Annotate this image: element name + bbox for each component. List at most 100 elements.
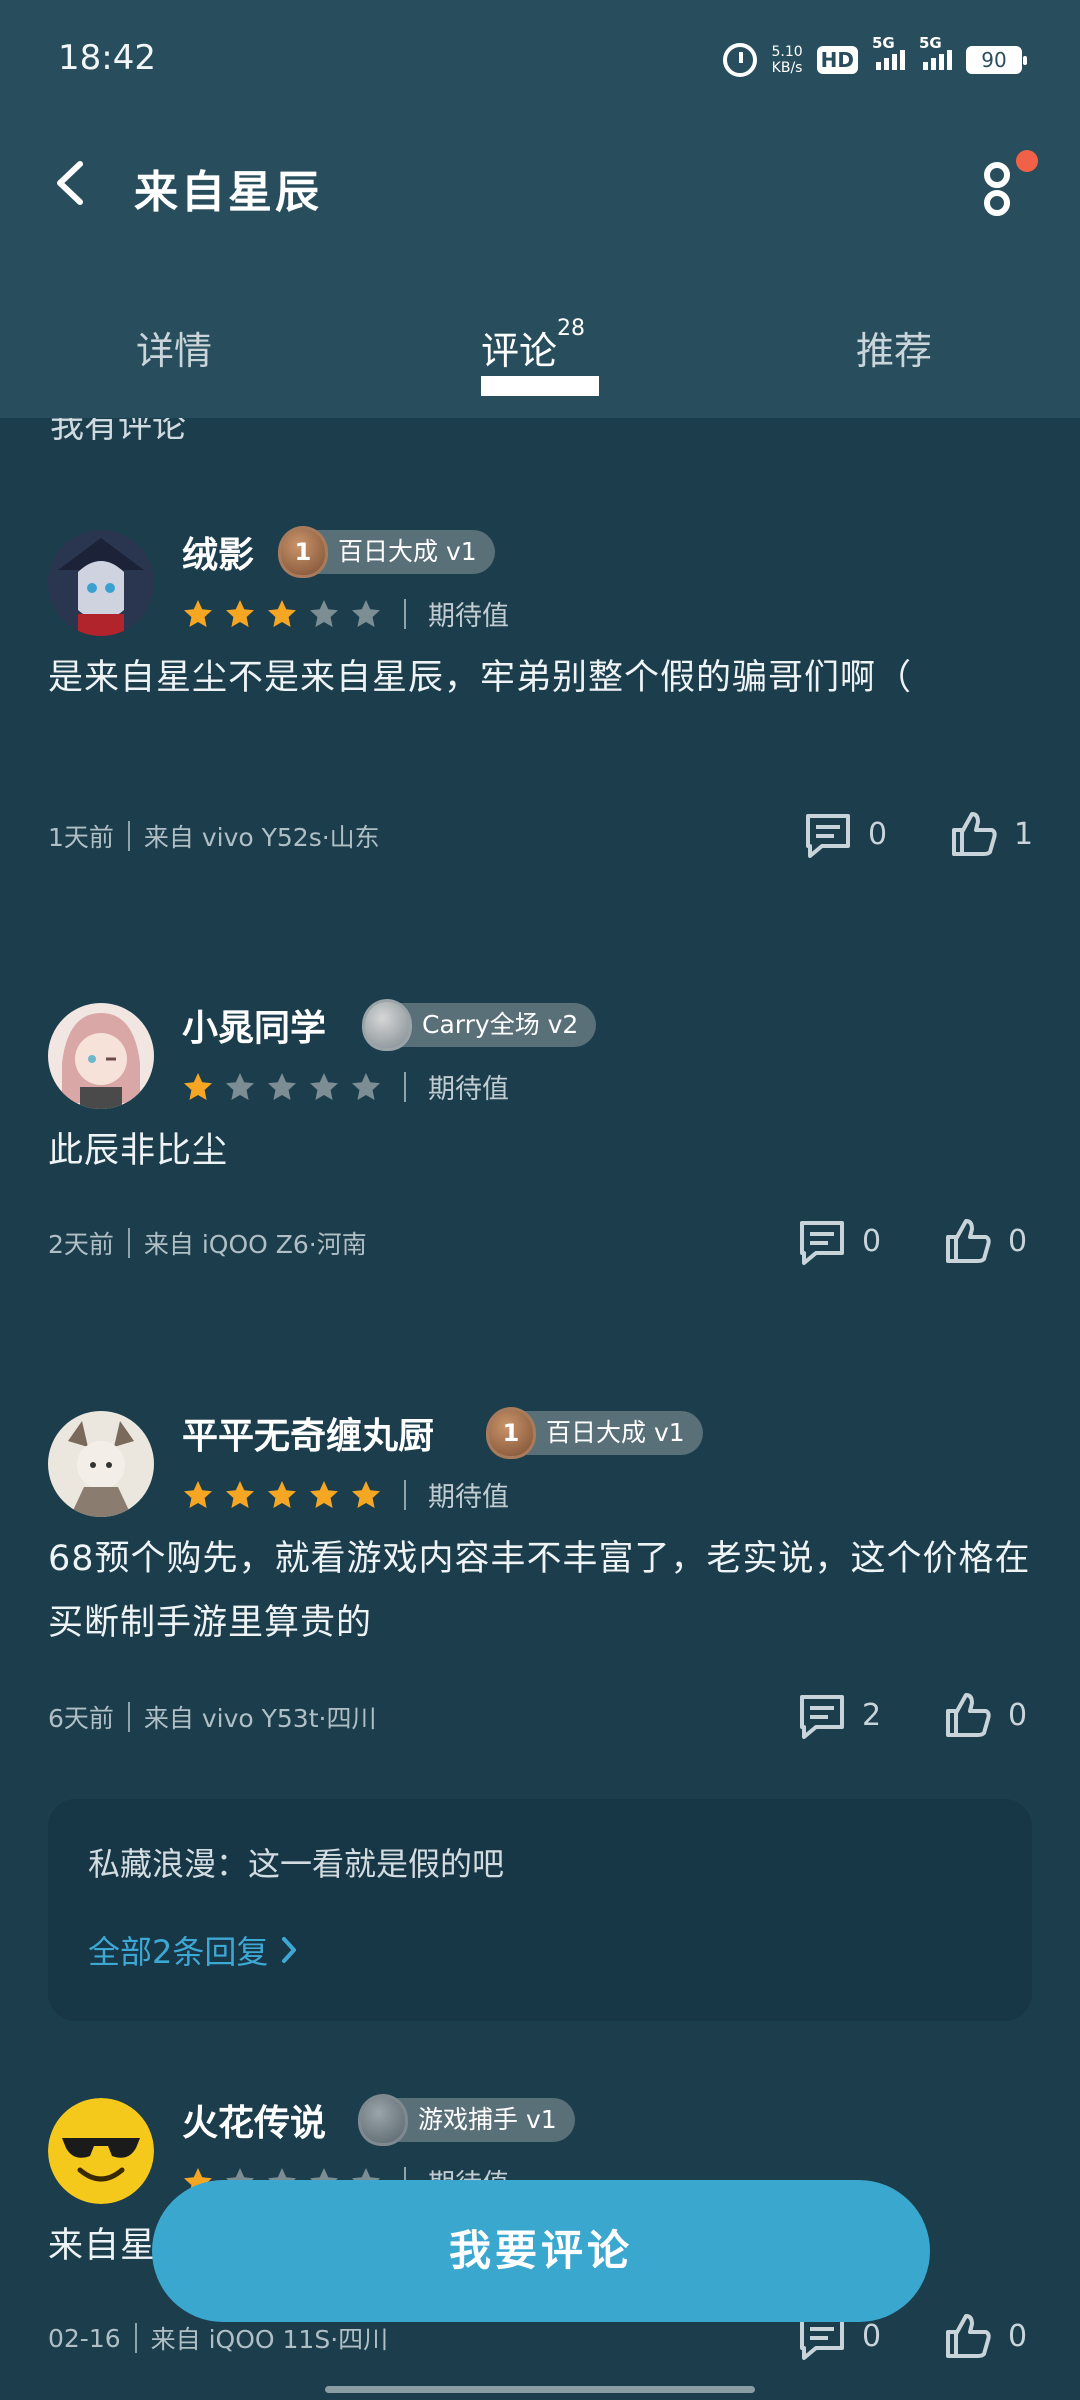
comment-meta: 02-16 来自 iQOO 11S·四川 [48, 2320, 388, 2356]
signal-bar [900, 50, 905, 70]
comment-list[interactable]: 我有评论 绒影 1 百日大成 v1 期待值 是来自星尘不是来自星辰，牢弟别整个假… [0, 418, 1080, 2400]
alarm-icon [723, 43, 758, 77]
reply-button[interactable]: 2 [796, 1689, 881, 1741]
reply-count: 0 [868, 816, 888, 852]
expect-label: 期待值 [428, 1074, 509, 1105]
star-icon [310, 1480, 338, 1508]
avatar-image [48, 1003, 154, 1109]
like-button[interactable]: 1 [948, 808, 1033, 860]
like-count: 0 [1008, 2318, 1028, 2354]
status-bar: 18:42 5.10 KB/s HD 5G 5G 90 [0, 0, 1080, 120]
star-icon [352, 1480, 380, 1508]
comment-time: 02-16 [48, 2323, 121, 2353]
signal-bar [884, 58, 889, 70]
reply-button[interactable]: 0 [802, 808, 887, 860]
comment-text: 68预个购先，就看游戏内容丰不丰富了，老实说，这个价格在买断制手游里算贵的 [48, 1539, 1031, 1643]
hd-icon: HD [816, 46, 858, 74]
active-tab-indicator [481, 376, 599, 396]
avatar[interactable] [48, 1003, 154, 1109]
avatar[interactable] [48, 2098, 154, 2204]
knight-medal-icon [362, 999, 412, 1051]
thumbs-up-icon [946, 1219, 991, 1263]
status-icons: 5.10 KB/s HD 5G 5G 90 [723, 34, 1027, 82]
like-button[interactable]: 0 [942, 1215, 1027, 1267]
comment-device: 来自 iQOO Z6·河南 [143, 1230, 367, 1259]
username[interactable]: 火花传说 [182, 2094, 326, 2146]
separator [127, 1702, 130, 1732]
star-icon [226, 1480, 254, 1508]
comment-meta: 2天前 来自 iQOO Z6·河南 [48, 1225, 367, 1261]
separator [404, 1479, 406, 1510]
status-time: 18:42 [58, 38, 156, 78]
badge-label: Carry全场 v2 [422, 1010, 579, 1039]
star-icon [226, 1072, 254, 1100]
more-button[interactable] [972, 150, 1038, 220]
network-type-label: 5G [872, 34, 895, 52]
star-icon [310, 599, 338, 627]
comment-icon [800, 1221, 844, 1265]
more-icon [984, 190, 1010, 216]
comment-icon [800, 1695, 844, 1739]
reply-count: 0 [862, 1223, 882, 1259]
rating-stars: 期待值 [182, 1475, 509, 1514]
write-comment-button[interactable]: 我要评论 [152, 2180, 930, 2322]
thumbs-up-icon [952, 812, 997, 856]
signal-bar [923, 62, 928, 70]
user-badge: Carry全场 v2 [362, 999, 597, 1051]
back-button[interactable] [48, 158, 98, 208]
like-count: 0 [1008, 1697, 1028, 1733]
separator [127, 821, 130, 851]
thumbs-up-icon [946, 1693, 991, 1737]
badge-label: 百日大成 v1 [338, 537, 477, 566]
signal-bar [892, 54, 897, 70]
comment-device: 来自 vivo Y52s·山东 [143, 823, 380, 852]
username[interactable]: 平平无奇缠丸厨 [182, 1407, 434, 1459]
reply-button[interactable]: 0 [796, 1215, 881, 1267]
like-button[interactable]: 0 [942, 1689, 1027, 1741]
tab-comments-count: 28 [557, 316, 586, 341]
signal-bar [947, 50, 952, 70]
user-badge: 1 百日大成 v1 [486, 1407, 703, 1459]
home-indicator[interactable] [325, 2386, 755, 2393]
separator [404, 598, 406, 629]
comment-time: 6天前 [48, 1704, 114, 1733]
comment-icon [806, 814, 850, 858]
star-icon [184, 1072, 212, 1100]
star-icon [184, 599, 212, 627]
medal-icon: 1 [486, 1407, 536, 1459]
top-bar: 18:42 5.10 KB/s HD 5G 5G 90 来自星辰 详情 评论28… [0, 0, 1080, 418]
tab-comments-label: 评论 [481, 329, 558, 373]
avatar[interactable] [48, 530, 154, 636]
tab-recommend[interactable]: 推荐 [856, 320, 932, 375]
username[interactable]: 小晁同学 [182, 999, 326, 1051]
username[interactable]: 绒影 [182, 526, 254, 578]
badge-label: 百日大成 v1 [546, 1418, 685, 1447]
star-icon [352, 599, 380, 627]
star-icon [352, 1072, 380, 1100]
comment-meta: 6天前 来自 vivo Y53t·四川 [48, 1699, 376, 1735]
speed-unit: KB/s [771, 60, 803, 76]
chevron-right-icon [282, 1937, 297, 1963]
signal-icon: 5G [919, 34, 952, 70]
more-icon [984, 162, 1010, 188]
tab-comments[interactable]: 评论28 [481, 316, 585, 375]
like-count: 0 [1008, 1223, 1028, 1259]
medal-icon: 1 [278, 526, 328, 578]
star-icon [226, 599, 254, 627]
notification-dot [1016, 150, 1038, 172]
expect-label: 期待值 [428, 1482, 509, 1513]
user-badge: 游戏捕手 v1 [358, 2094, 575, 2146]
separator [127, 1228, 130, 1258]
reply-preview-text: 私藏浪漫：这一看就是假的吧 [88, 1845, 505, 1883]
nav-bar: 来自星辰 [0, 130, 1080, 240]
view-all-replies-label: 全部2条回复 [88, 1933, 269, 1971]
reply-preview-box[interactable]: 私藏浪漫：这一看就是假的吧 全部2条回复 [48, 1799, 1032, 2021]
star-icon [184, 1480, 212, 1508]
like-button[interactable]: 0 [942, 2310, 1027, 2362]
clipped-text: 我有评论 [50, 418, 186, 446]
tab-details[interactable]: 详情 [136, 320, 212, 375]
star-icon [268, 1480, 296, 1508]
view-all-replies-link[interactable]: 全部2条回复 [88, 1927, 300, 1973]
star-icon [268, 599, 296, 627]
avatar[interactable] [48, 1411, 154, 1517]
